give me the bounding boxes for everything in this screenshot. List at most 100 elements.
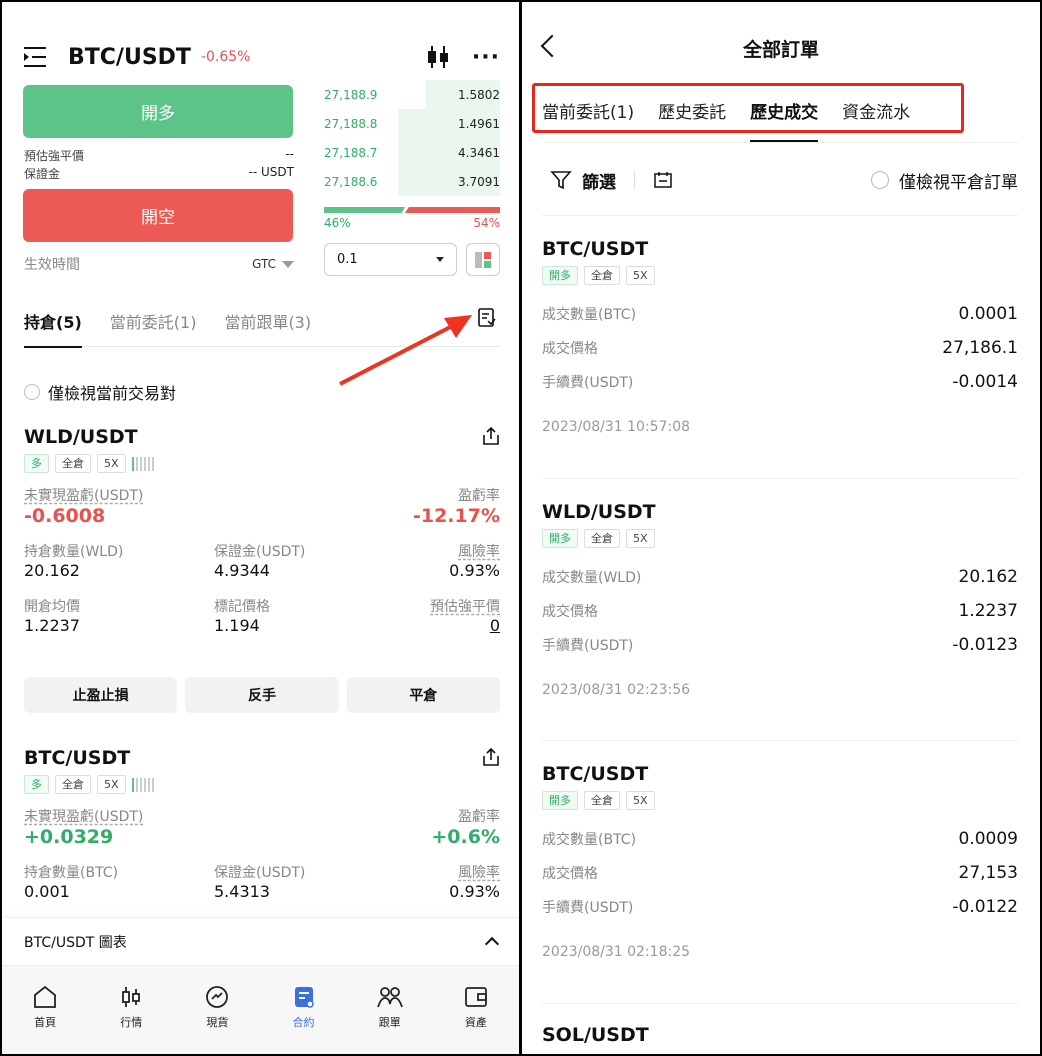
nav-label: 跟單 (378, 1016, 401, 1029)
filter-icon[interactable] (550, 169, 572, 191)
margin-label: 保證金(USDT) (214, 865, 306, 881)
nav-futures[interactable]: 合約 (274, 984, 334, 1054)
share-icon[interactable] (482, 747, 500, 767)
menu-icon[interactable] (24, 46, 50, 68)
roe-label: 盈虧率 (458, 488, 500, 504)
open-long-button[interactable]: 開多 (23, 85, 293, 138)
orderbook-qty: 1.5802 (458, 87, 500, 102)
radio-icon (871, 171, 889, 189)
risk-bar (143, 777, 146, 792)
open-short-button[interactable]: 開空 (23, 189, 293, 242)
qty-value: 0.0009 (958, 829, 1018, 849)
qty-label: 持倉數量(WLD) (24, 544, 124, 560)
valid-time-value: GTC (252, 257, 276, 271)
tab-copy-trades[interactable]: 當前跟單(3) (224, 307, 311, 347)
nav-markets[interactable]: 行情 (101, 984, 161, 1054)
valid-time-select[interactable]: GTC (252, 257, 294, 271)
risk-value: 0.93% (449, 561, 500, 580)
fee-label: 手續費(USDT) (542, 375, 634, 391)
trade-card[interactable]: SOL/USDT (542, 1024, 1018, 1046)
liq-value: 0 (489, 616, 500, 635)
tab-open-orders[interactable]: 當前委託(1) (110, 307, 197, 347)
margin-value: -- USDT (248, 165, 294, 179)
qty-label: 成交數量(WLD) (542, 570, 642, 586)
sell-ratio: 54% (473, 216, 500, 230)
position-actions: 止盈止損 反手 平倉 (24, 677, 500, 713)
trade-card[interactable]: WLD/USDT 開多 全倉 5X 成交數量(WLD) 20.162 成交價格 1.… (542, 501, 1018, 698)
candlestick-icon (122, 987, 141, 1007)
chart-toggle-bar[interactable]: BTC/USDT 圖表 (2, 917, 519, 965)
trade-tags: 開多 全倉 5X (542, 266, 1018, 285)
wallet-icon (464, 987, 487, 1007)
depth-precision-select[interactable]: 0.1 (324, 243, 457, 276)
position-tags: 多 全倉 5X (24, 454, 500, 473)
share-icon[interactable] (482, 426, 500, 446)
orderbook-qty: 3.7091 (458, 174, 500, 189)
nav-assets[interactable]: 資產 (446, 984, 506, 1054)
mark-value: 1.194 (214, 616, 260, 635)
orderbook-row[interactable]: 27,188.7 4.3461 (324, 138, 500, 167)
risk-label: 風險率 (458, 865, 500, 881)
divider (634, 171, 635, 189)
margin-value: 4.9344 (214, 561, 270, 580)
reverse-button[interactable]: 反手 (185, 677, 339, 713)
trade-card[interactable]: BTC/USDT 開多 全倉 5X 成交數量(BTC) 0.0001 成交價格 27… (542, 238, 1018, 435)
risk-level-bars (131, 456, 154, 471)
price-value: 27,186.1 (942, 338, 1018, 358)
divider (542, 740, 1018, 741)
nav-spot[interactable]: 現貨 (187, 984, 247, 1054)
close-only-toggle[interactable]: 僅檢視平倉訂單 (871, 168, 1018, 193)
tab-positions[interactable]: 持倉(5) (24, 307, 82, 348)
trade-card[interactable]: BTC/USDT 開多 全倉 5X 成交數量(BTC) 0.0009 成交價格 27… (542, 763, 1018, 960)
price-row: 成交價格 27,186.1 (542, 331, 1018, 365)
orderbook-row[interactable]: 27,188.9 1.5802 (324, 80, 500, 109)
buy-ratio: 46% (324, 216, 351, 230)
ratio-labels: 46% 54% (324, 216, 500, 230)
trade-tags: 開多 全倉 5X (542, 791, 1018, 810)
risk-label: 風險率 (458, 544, 500, 560)
fee-label: 手續費(USDT) (542, 638, 634, 654)
only-current-pair-toggle[interactable]: 僅檢視當前交易對 (24, 380, 176, 404)
leverage-tag: 5X (626, 791, 655, 810)
qty-value: 20.162 (24, 561, 80, 580)
risk-value: 0.93% (449, 882, 500, 901)
spot-icon (206, 986, 229, 1008)
orderbook-row[interactable]: 27,188.8 1.4961 (324, 109, 500, 138)
pair-title[interactable]: BTC/USDT (68, 45, 191, 70)
radio-icon (24, 384, 40, 400)
price-row: 成交價格 1.2237 (542, 594, 1018, 628)
orderbook-layout-button[interactable] (466, 243, 500, 276)
risk-bar (151, 777, 154, 792)
fee-value: -0.0014 (952, 372, 1018, 392)
margin-label: 保證金(USDT) (214, 544, 306, 560)
orderbook-row[interactable]: 27,188.6 3.7091 (324, 167, 500, 196)
side-tag: 開多 (542, 266, 578, 285)
margin-mode-tag: 全倉 (55, 454, 91, 473)
trading-header: BTC/USDT -0.65% ··· (24, 40, 500, 74)
close-position-button[interactable]: 平倉 (346, 677, 500, 713)
filter-label[interactable]: 篩選 (582, 168, 616, 193)
buy-sell-ratio-bar (324, 207, 500, 213)
filter-row: 篩選 僅檢視平倉訂單 (550, 165, 1018, 195)
fee-row: 手續費(USDT) -0.0014 (542, 365, 1018, 399)
trade-pair: SOL/USDT (542, 1024, 649, 1046)
nav-home[interactable]: 首頁 (15, 984, 75, 1054)
tp-sl-button[interactable]: 止盈止損 (24, 677, 178, 713)
candlestick-chart-icon[interactable] (426, 44, 450, 70)
risk-bar (147, 456, 150, 471)
position-card: BTC/USDT 多 全倉 5X 未實現盈虧(USDT) +0.0329 盈虧率 +… (24, 747, 500, 917)
nav-copy-trading[interactable]: 跟單 (360, 984, 420, 1054)
side-tag: 多 (24, 775, 49, 794)
only-current-label: 僅檢視當前交易對 (48, 384, 177, 403)
dropdown-arrow-icon (436, 257, 444, 262)
risk-bar (147, 777, 150, 792)
nav-label: 行情 (120, 1016, 143, 1029)
back-arrow-icon[interactable] (540, 34, 564, 58)
more-options-icon[interactable]: ··· (472, 45, 500, 70)
trade-pair: WLD/USDT (542, 501, 656, 523)
chart-label: BTC/USDT 圖表 (24, 934, 127, 951)
qty-row: 成交數量(BTC) 0.0009 (542, 822, 1018, 856)
leverage-tag: 5X (626, 266, 655, 285)
calendar-icon[interactable] (653, 170, 673, 190)
risk-bar (151, 456, 154, 471)
